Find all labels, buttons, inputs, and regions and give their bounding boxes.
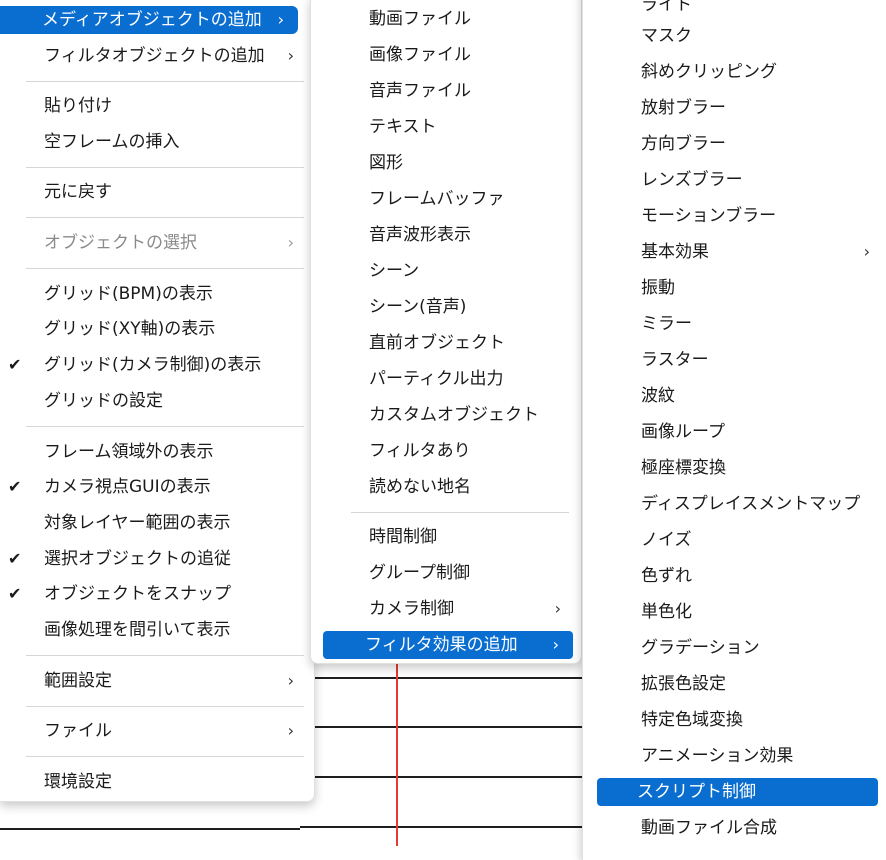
timeline-layer-line (300, 677, 590, 679)
menu-item-light[interactable]: ライト (587, 0, 880, 19)
menu-item-monochrome[interactable]: 単色化 (587, 598, 880, 626)
menu-item-motion-blur[interactable]: モーションブラー (587, 202, 880, 230)
menu-item-snap-object[interactable]: ✔ オブジェクトをスナップ (2, 580, 308, 608)
menu-separator (26, 167, 304, 168)
menu-item-add-filter-effect[interactable]: フィルタ効果の追加 › (323, 631, 573, 659)
menu-item-camera-gui[interactable]: ✔ カメラ視点GUIの表示 (2, 473, 308, 501)
menu-item-image-file[interactable]: 画像ファイル (315, 41, 575, 69)
menu-item-custom-object[interactable]: カスタムオブジェクト (315, 401, 575, 429)
chevron-right-icon: › (287, 46, 294, 65)
menu-item-paste[interactable]: 貼り付け (2, 92, 308, 120)
menu-item-mask[interactable]: マスク (587, 22, 880, 50)
menu-item-video-composite[interactable]: 動画ファイル合成 (587, 814, 880, 842)
menu-item-group-control[interactable]: グループ制御 (315, 559, 575, 587)
menu-item-animation-effect[interactable]: アニメーション効果 (587, 742, 880, 770)
menu-item-noise[interactable]: ノイズ (587, 526, 880, 554)
context-menu-main: メディアオブジェクトの追加 › フィルタオブジェクトの追加 › 貼り付け 空フレ… (0, 0, 315, 802)
timeline-layer-line (300, 826, 590, 828)
timeline-layer-line (300, 726, 590, 728)
checkmark-icon: ✔ (8, 584, 22, 603)
timeline-layer-line (0, 828, 300, 830)
menu-item-directional-blur[interactable]: 方向ブラー (587, 130, 880, 158)
menu-item-ripple[interactable]: 波紋 (587, 382, 880, 410)
menu-item-particle-output[interactable]: パーティクル出力 (315, 365, 575, 393)
menu-item-thinned-display[interactable]: 画像処理を間引いて表示 (2, 616, 308, 644)
chevron-right-icon: › (287, 721, 294, 740)
menu-item-preferences[interactable]: 環境設定 (2, 768, 308, 796)
menu-item-add-media-object[interactable]: メディアオブジェクトの追加 › (0, 6, 298, 34)
menu-separator (26, 426, 304, 427)
menu-item-grid-camera[interactable]: ✔ グリッド(カメラ制御)の表示 (2, 351, 308, 379)
menu-item-gradation[interactable]: グラデーション (587, 634, 880, 662)
menu-item-grid-settings[interactable]: グリッドの設定 (2, 387, 308, 415)
timeline-layer-line (300, 776, 590, 778)
menu-item-time-control[interactable]: 時間制御 (315, 523, 575, 551)
checkmark-icon: ✔ (8, 549, 22, 568)
menu-separator (26, 81, 304, 82)
menu-item-displacement-map[interactable]: ディスプレイスメントマップ (587, 490, 880, 518)
menu-item-with-filter[interactable]: フィルタあり (315, 437, 575, 465)
chevron-right-icon: › (554, 599, 561, 618)
menu-item-outside-frame[interactable]: フレーム領域外の表示 (2, 438, 308, 466)
menu-separator (26, 756, 304, 757)
menu-item-raster[interactable]: ラスター (587, 346, 880, 374)
menu-item-insert-empty-frame[interactable]: 空フレームの挿入 (2, 128, 308, 156)
chevron-right-icon: › (552, 635, 559, 654)
menu-item-follow-selected[interactable]: ✔ 選択オブジェクトの追従 (2, 545, 308, 573)
chevron-right-icon: › (863, 242, 870, 261)
menu-item-audio-waveform[interactable]: 音声波形表示 (315, 221, 575, 249)
menu-item-grid-bpm[interactable]: グリッド(BPM)の表示 (2, 280, 308, 308)
menu-item-file[interactable]: ファイル › (2, 717, 308, 745)
menu-item-range-settings[interactable]: 範囲設定 › (2, 667, 308, 695)
menu-item-color-range-convert[interactable]: 特定色域変換 (587, 706, 880, 734)
menu-item-radial-blur[interactable]: 放射ブラー (587, 94, 880, 122)
menu-item-unreadable-place[interactable]: 読めない地名 (315, 473, 575, 501)
checkmark-icon: ✔ (8, 355, 22, 374)
timeline-background (300, 660, 590, 846)
menu-item-basic-effects[interactable]: 基本効果 › (587, 238, 880, 266)
menu-item-layer-range[interactable]: 対象レイヤー範囲の表示 (2, 509, 308, 537)
menu-separator (26, 655, 304, 656)
menu-item-camera-control[interactable]: カメラ制御 › (315, 595, 575, 623)
menu-item-frame-buffer[interactable]: フレームバッファ (315, 185, 575, 213)
menu-item-grid-xy[interactable]: グリッド(XY軸)の表示 (2, 315, 308, 343)
chevron-right-icon: › (287, 671, 294, 690)
submenu-filter-effect: ライト マスク 斜めクリッピング 放射ブラー 方向ブラー レンズブラー モーショ… (582, 0, 886, 860)
menu-item-image-loop[interactable]: 画像ループ (587, 418, 880, 446)
timeline-cursor (396, 660, 398, 846)
menu-item-diagonal-clipping[interactable]: 斜めクリッピング (587, 58, 880, 86)
menu-separator (26, 268, 304, 269)
menu-item-add-filter-object[interactable]: フィルタオブジェクトの追加 › (2, 42, 308, 70)
menu-item-undo[interactable]: 元に戻す (2, 178, 308, 206)
menu-item-shape[interactable]: 図形 (315, 149, 575, 177)
menu-item-polar-transform[interactable]: 極座標変換 (587, 454, 880, 482)
chevron-right-icon: › (277, 10, 284, 29)
menu-item-lens-blur[interactable]: レンズブラー (587, 166, 880, 194)
menu-separator (351, 512, 569, 513)
menu-item-extended-color[interactable]: 拡張色設定 (587, 670, 880, 698)
menu-item-previous-object[interactable]: 直前オブジェクト (315, 329, 575, 357)
menu-item-scene[interactable]: シーン (315, 257, 575, 285)
menu-separator (26, 706, 304, 707)
menu-item-select-object[interactable]: オブジェクトの選択 › (2, 229, 308, 257)
chevron-right-icon: › (287, 233, 294, 252)
menu-item-vibration[interactable]: 振動 (587, 274, 880, 302)
menu-item-text[interactable]: テキスト (315, 113, 575, 141)
submenu-media-object: 動画ファイル 画像ファイル 音声ファイル テキスト 図形 フレームバッファ 音声… (310, 0, 582, 664)
checkmark-icon: ✔ (8, 477, 22, 496)
menu-item-mirror[interactable]: ミラー (587, 310, 880, 338)
menu-item-video-file[interactable]: 動画ファイル (315, 5, 575, 33)
menu-item-color-shift[interactable]: 色ずれ (587, 562, 880, 590)
menu-item-audio-file[interactable]: 音声ファイル (315, 77, 575, 105)
menu-item-script-control[interactable]: スクリプト制御 (597, 778, 878, 806)
menu-item-scene-audio[interactable]: シーン(音声) (315, 293, 575, 321)
menu-separator (26, 217, 304, 218)
